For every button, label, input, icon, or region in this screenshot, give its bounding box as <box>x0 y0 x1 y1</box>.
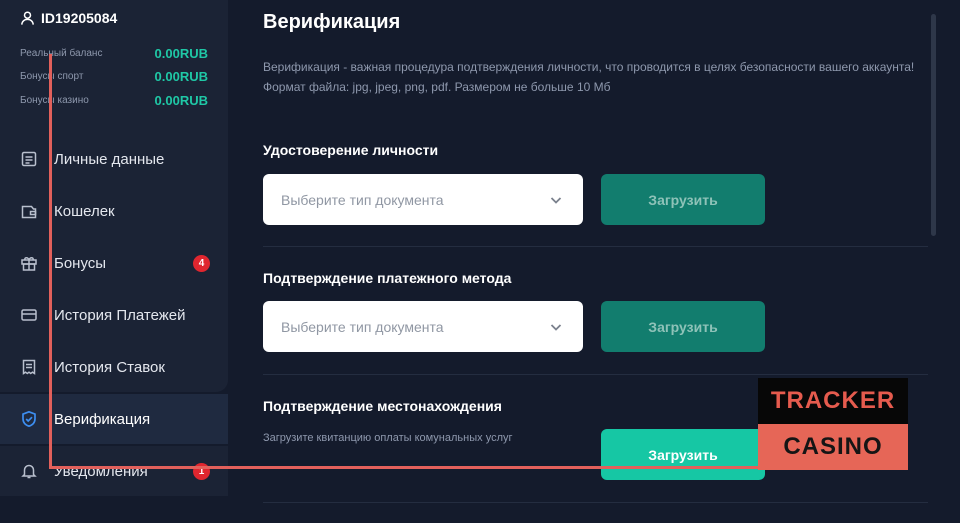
upload-button-identity[interactable]: Загрузить <box>601 174 765 225</box>
annotation-line-horizontal <box>49 466 759 469</box>
sidebar-item-label: Кошелек <box>54 202 115 220</box>
bonus-count-badge: 4 <box>193 255 210 272</box>
balance-label: Бонусы казино <box>20 94 89 106</box>
annotation-line-vertical <box>49 54 52 469</box>
sidebar-item-bet-history[interactable]: История Ставок <box>0 342 228 392</box>
gift-icon <box>20 254 38 272</box>
sidebar-item-payment-history[interactable]: История Платежей <box>0 290 228 340</box>
watermark-casino: CASINO <box>758 424 908 470</box>
sidebar-item-label: История Ставок <box>54 358 165 376</box>
upload-button-payment-method[interactable]: Загрузить <box>601 301 765 352</box>
balance-value: 0.00RUB <box>154 92 208 108</box>
page-description: Верификация - важная процедура подтвержд… <box>263 60 915 94</box>
upload-button-location[interactable]: Загрузить <box>601 429 765 480</box>
watermark-tracker: TRACKER <box>758 378 908 424</box>
sidebar-item-personal-data[interactable]: Личные данные <box>0 134 228 184</box>
user-icon <box>21 11 34 25</box>
user-id-row[interactable]: ID19205084 <box>20 9 117 27</box>
location-hint: Загрузите квитанцию оплаты комунальных у… <box>263 432 513 444</box>
sidebar-item-label: Личные данные <box>54 150 165 168</box>
select-placeholder: Выберите тип документа <box>281 318 444 335</box>
user-id: ID19205084 <box>41 10 118 26</box>
scrollbar-thumb[interactable] <box>931 14 936 236</box>
sidebar-item-label: Верификация <box>54 410 151 428</box>
page-title: Верификация <box>263 11 401 33</box>
sidebar-item-label: Бонусы <box>54 254 107 272</box>
card-icon <box>20 306 38 324</box>
sidebar-item-label: История Платежей <box>54 306 186 324</box>
section-divider <box>263 374 928 375</box>
section-title-location: Подтверждение местонахождения <box>263 398 502 414</box>
document-type-select-payment-method[interactable]: Выберите тип документа <box>263 301 583 352</box>
document-type-select-identity[interactable]: Выберите тип документа <box>263 174 583 225</box>
section-divider <box>263 502 928 503</box>
shield-check-icon <box>20 410 38 428</box>
sidebar-item-wallet[interactable]: Кошелек <box>0 186 228 236</box>
bell-icon <box>20 462 38 480</box>
receipt-icon <box>20 358 38 376</box>
chevron-down-icon <box>550 196 562 204</box>
sidebar-item-notifications[interactable]: Уведомления 1 <box>0 446 228 496</box>
section-title-identity: Удостоверение личности <box>263 142 439 158</box>
balance-label: Реальный баланс <box>20 47 103 59</box>
sidebar: ID19205084 Реальный баланс 0.00RUB Бонус… <box>0 0 228 523</box>
chevron-down-icon <box>550 323 562 331</box>
section-divider <box>263 246 928 247</box>
sidebar-item-verification[interactable]: Верификация <box>0 394 228 444</box>
balance-value: 0.00RUB <box>154 45 208 61</box>
document-icon <box>20 150 38 168</box>
select-placeholder: Выберите тип документа <box>281 191 444 208</box>
sidebar-item-bonuses[interactable]: Бонусы 4 <box>0 238 228 288</box>
wallet-icon <box>20 202 38 220</box>
balance-value: 0.00RUB <box>154 68 208 84</box>
section-title-payment-method: Подтверждение платежного метода <box>263 270 512 286</box>
